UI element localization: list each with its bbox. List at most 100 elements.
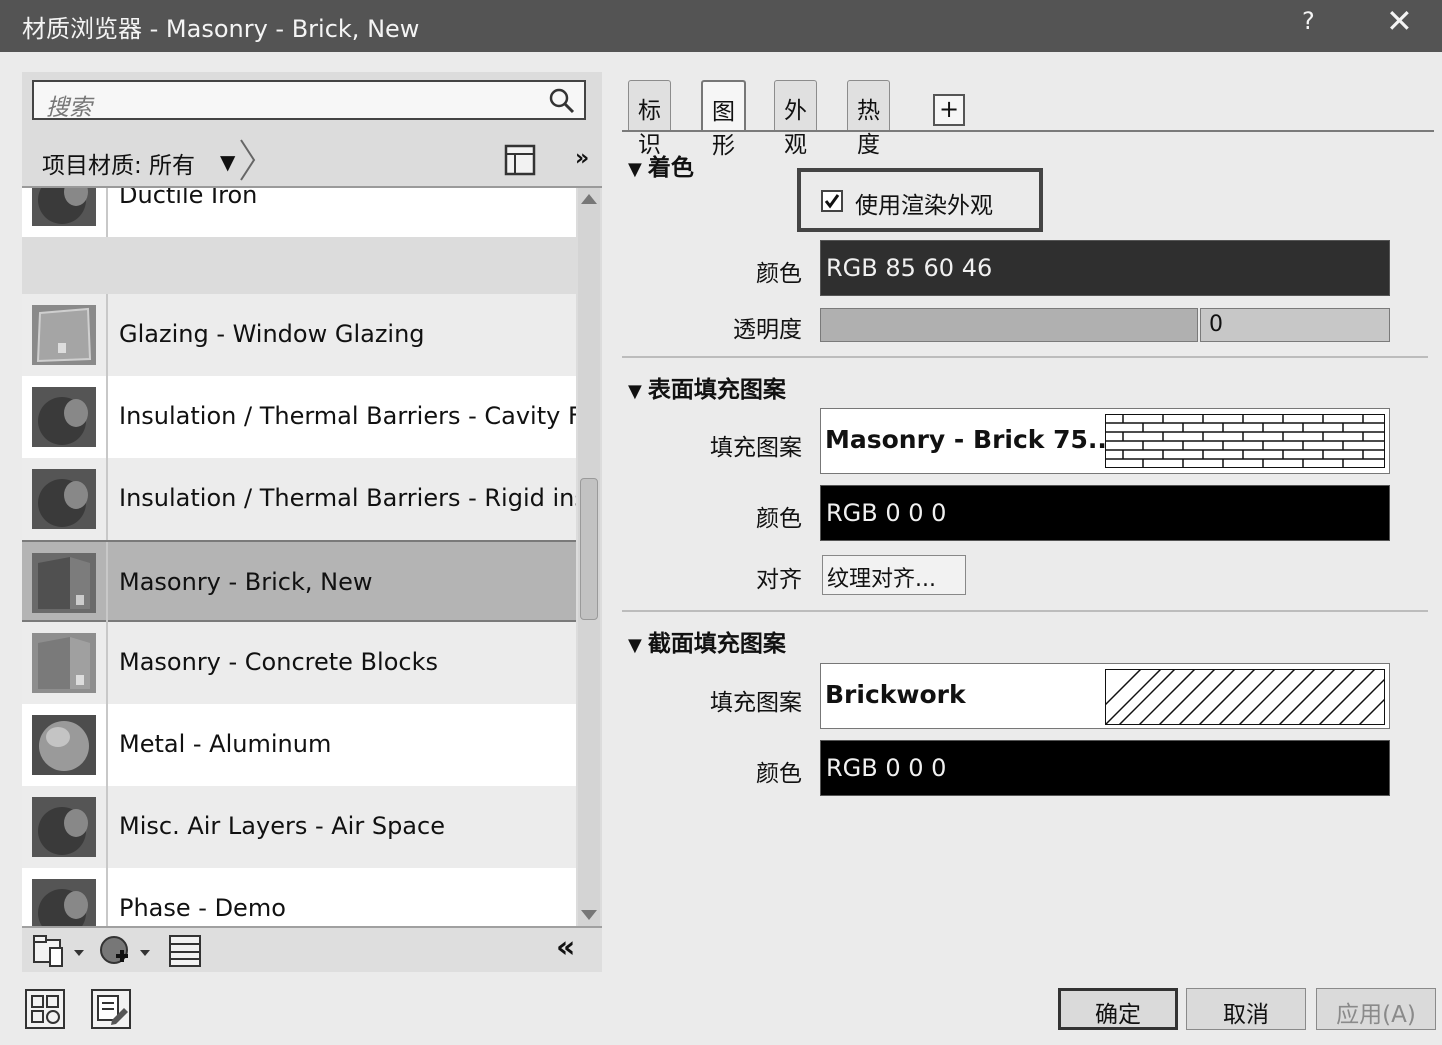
list-item[interactable]: Ductile Iron	[22, 188, 576, 237]
scroll-up-icon[interactable]	[581, 194, 597, 204]
cut-pattern-label: 填充图案	[710, 690, 802, 716]
list-item-selected[interactable]: Masonry - Brick, New	[22, 540, 576, 624]
scroll-down-icon[interactable]	[581, 910, 597, 920]
transparency-value[interactable]: 0	[1200, 308, 1390, 342]
list-item[interactable]: Insulation / Thermal Barriers - Cavity F…	[22, 376, 576, 458]
material-thumbnail	[22, 458, 108, 540]
search-icon[interactable]	[548, 87, 576, 121]
dropdown-arrow-icon[interactable]: ▼	[220, 150, 235, 174]
material-list: 名称 Ductile Iron Glazing - Window Glazing…	[22, 188, 576, 926]
close-button[interactable]: ✕	[1386, 4, 1413, 38]
surface-color-field[interactable]: RGB 0 0 0	[820, 485, 1390, 541]
collapse-triangle-icon[interactable]: ▼	[628, 159, 642, 180]
texture-align-button[interactable]: 纹理对齐...	[822, 555, 966, 595]
apply-button[interactable]: 应用(A)	[1316, 988, 1436, 1030]
surface-color-label: 颜色	[756, 506, 802, 532]
material-name: Masonry - Brick, New	[119, 568, 373, 596]
window-title: 材质浏览器 - Masonry - Brick, New	[22, 15, 420, 43]
dialog-footer: 确定 取消 应用(A)	[0, 972, 1442, 1045]
cut-color-label: 颜色	[756, 761, 802, 787]
list-item[interactable]: Misc. Air Layers - Air Space	[22, 786, 576, 868]
material-thumbnail	[22, 868, 108, 926]
material-name: Metal - Aluminum	[119, 730, 332, 758]
sphere-light-icon	[32, 715, 96, 775]
tab-identity[interactable]: 标识	[628, 80, 671, 158]
section-cut-pattern-header[interactable]: ▼ 截面填充图案	[628, 624, 786, 658]
material-thumbnail	[22, 294, 108, 376]
section-shading-title: 着色	[647, 155, 694, 181]
material-name: Glazing - Window Glazing	[119, 320, 425, 348]
create-material-icon[interactable]	[98, 934, 154, 972]
block-wall-icon	[32, 633, 96, 693]
properties-pane: 标识 图形 外观 热度 + ▼ 着色 使用渲染外观 颜色 RGB 85 60 46…	[612, 72, 1434, 970]
material-thumbnail	[22, 542, 108, 624]
sphere-dark-icon	[32, 879, 96, 926]
filter-dropdown[interactable]: 项目材质: 所有	[42, 146, 195, 180]
filter-bar: 项目材质: 所有 ▼ »	[22, 134, 602, 188]
list-item[interactable]: Metal - Aluminum	[22, 704, 576, 786]
library-toolbar: «	[22, 926, 602, 972]
sphere-dark-icon	[32, 797, 96, 857]
list-item[interactable]: Masonry - Concrete Blocks	[22, 622, 576, 704]
section-divider	[622, 356, 1428, 358]
tab-divider	[622, 130, 1434, 132]
material-name: Misc. Air Layers - Air Space	[119, 812, 445, 840]
collapse-triangle-icon[interactable]: ▼	[628, 381, 642, 402]
section-shading-header[interactable]: ▼ 着色	[628, 148, 694, 182]
cut-color-field[interactable]: RGB 0 0 0	[820, 740, 1390, 796]
cancel-button[interactable]: 取消	[1186, 988, 1306, 1030]
expand-button[interactable]: »	[575, 146, 589, 171]
list-item[interactable]: Insulation / Thermal Barriers - Rigid in…	[22, 458, 576, 540]
section-surface-pattern-title: 表面填充图案	[647, 377, 786, 403]
glass-icon	[32, 305, 96, 365]
brick-pattern-swatch-icon	[1105, 414, 1385, 472]
brick-wall-icon	[32, 553, 96, 613]
surface-pattern-field[interactable]: Masonry - Brick 75...	[820, 408, 1390, 474]
use-render-appearance-label: 使用渲染外观	[855, 193, 993, 219]
list-view-icon[interactable]	[168, 934, 202, 972]
tab-thermal[interactable]: 热度	[847, 80, 890, 158]
tab-graphics[interactable]: 图形	[701, 80, 746, 159]
collapse-library-button[interactable]: «	[556, 930, 575, 965]
search-placeholder: 搜索	[46, 95, 92, 121]
surface-pattern-name: Masonry - Brick 75...	[825, 425, 1117, 454]
cut-pattern-field[interactable]: Brickwork	[820, 663, 1390, 729]
material-thumbnail	[22, 188, 108, 237]
help-button[interactable]: ?	[1302, 7, 1315, 35]
sphere-dark-icon	[32, 387, 96, 447]
transparency-label: 透明度	[733, 317, 802, 343]
library-folder-icon[interactable]	[32, 934, 88, 972]
use-render-appearance-checkbox[interactable]	[821, 190, 843, 212]
material-browser-pane: 搜索 项目材质: 所有 ▼ » 名称 Ductile Iron	[22, 72, 602, 972]
list-scrollbar[interactable]	[578, 188, 600, 926]
shading-color-field[interactable]: RGB 85 60 46	[820, 240, 1390, 296]
hatch-pattern-swatch-icon	[1104, 668, 1386, 729]
section-divider	[622, 610, 1428, 612]
section-cut-pattern-title: 截面填充图案	[647, 631, 786, 657]
material-thumbnail	[22, 786, 108, 868]
material-thumbnail	[22, 376, 108, 458]
cut-pattern-name: Brickwork	[825, 680, 966, 709]
tab-appearance[interactable]: 外观	[774, 80, 817, 158]
view-layout-icon[interactable]	[504, 144, 536, 180]
use-render-appearance-highlight: 使用渲染外观	[797, 168, 1043, 232]
material-thumbnail	[22, 622, 108, 704]
list-item[interactable]: Phase - Demo	[22, 868, 576, 926]
add-asset-button[interactable]: +	[933, 94, 965, 126]
edit-asset-icon[interactable]	[90, 988, 132, 1034]
material-thumbnail	[22, 704, 108, 786]
material-name: Insulation / Thermal Barriers - Rigid in…	[119, 484, 576, 512]
shading-color-label: 颜色	[756, 261, 802, 287]
sphere-dark-icon	[32, 188, 96, 226]
title-bar: 材质浏览器 - Masonry - Brick, New ? ✕	[0, 0, 1442, 52]
transparency-slider[interactable]	[820, 308, 1198, 342]
search-input[interactable]: 搜索	[32, 80, 586, 121]
list-item[interactable]: Glazing - Window Glazing	[22, 294, 576, 376]
scroll-thumb[interactable]	[580, 478, 598, 620]
checkmark-icon	[824, 194, 840, 209]
collapse-triangle-icon[interactable]: ▼	[628, 635, 642, 656]
material-name: Ductile Iron	[119, 188, 258, 209]
ok-button[interactable]: 确定	[1058, 988, 1178, 1030]
manage-library-icon[interactable]	[24, 988, 66, 1034]
section-surface-pattern-header[interactable]: ▼ 表面填充图案	[628, 370, 786, 404]
